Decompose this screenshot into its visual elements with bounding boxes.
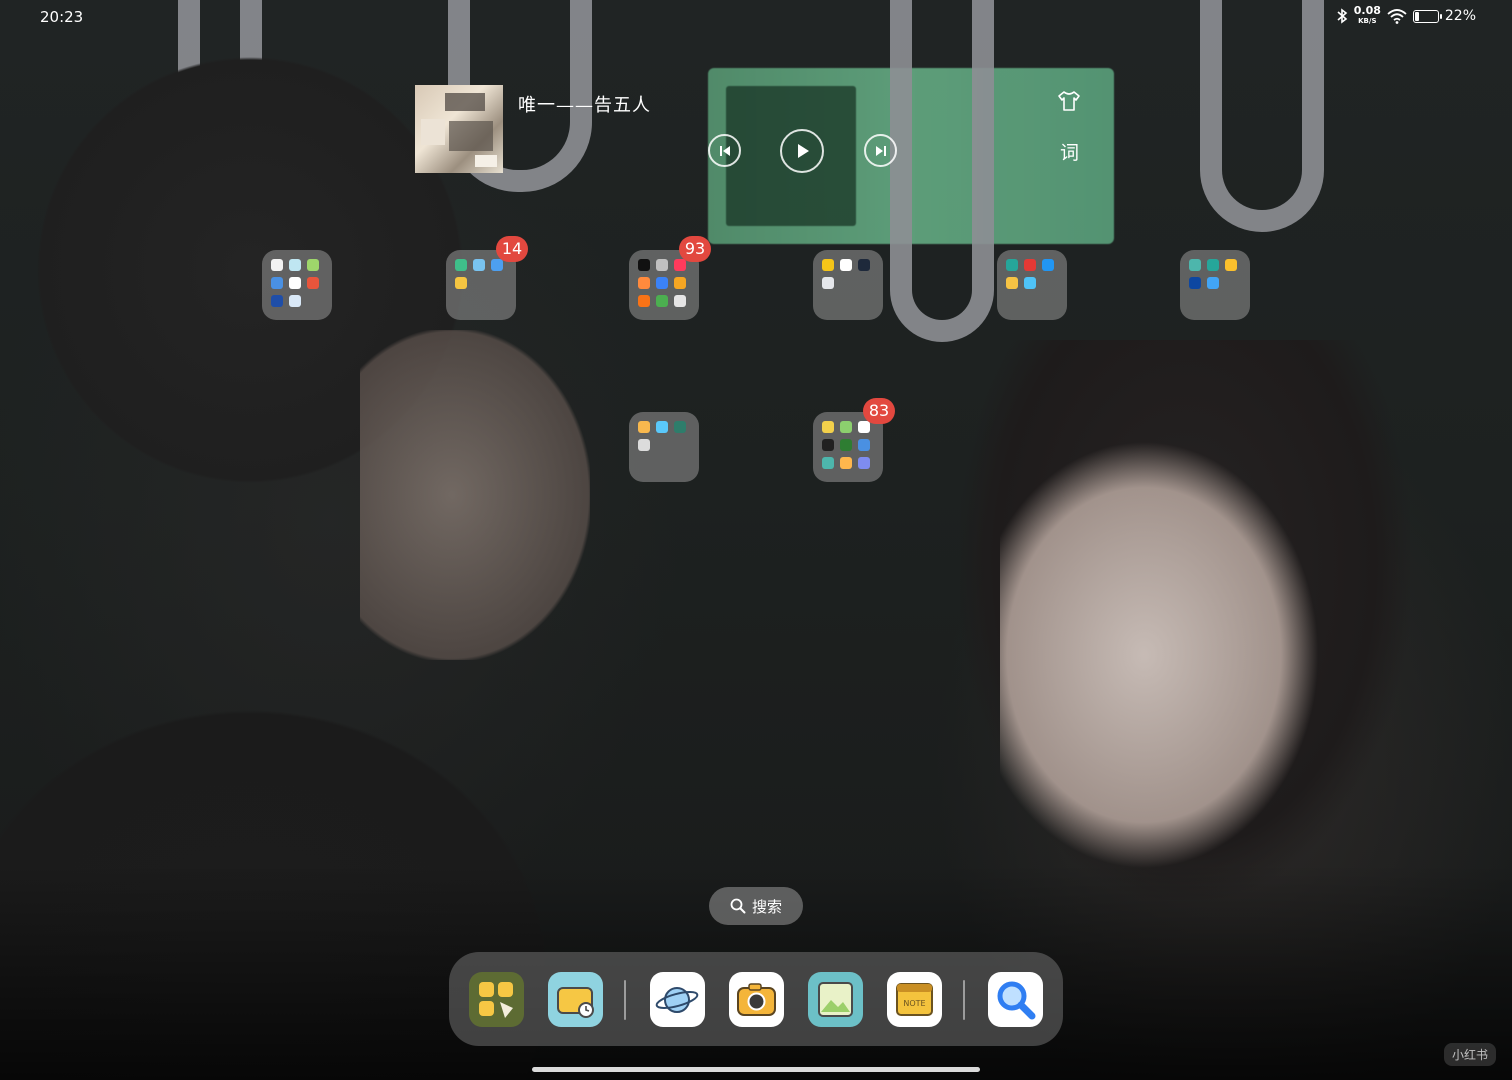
folder-app-icon <box>638 277 650 289</box>
dock-wallet[interactable] <box>548 972 603 1027</box>
app-folder[interactable] <box>1180 250 1250 320</box>
folder-app-icon <box>674 259 686 271</box>
folder-app-icon <box>1024 277 1036 289</box>
folder-app-icon <box>271 259 283 271</box>
folder-app-icon <box>822 457 834 469</box>
folder-app-icon <box>1207 277 1219 289</box>
folder-app-icon <box>1189 259 1201 271</box>
folder-app-icon <box>656 277 668 289</box>
folder-app-icon <box>840 439 852 451</box>
folder-app-icon <box>638 259 650 271</box>
search-label: 搜索 <box>751 897 782 916</box>
dock-notes[interactable]: NOTE <box>887 972 942 1027</box>
folder-app-icon <box>271 295 283 307</box>
folder-app-icon <box>638 439 650 451</box>
folder-app-icon <box>840 457 852 469</box>
folder-app-icon <box>307 277 319 289</box>
folder-app-icon <box>822 277 834 289</box>
folder-app-icon <box>473 259 485 271</box>
play-button[interactable] <box>780 129 824 173</box>
folder-app-icon <box>656 259 668 271</box>
album-cover[interactable] <box>415 85 503 173</box>
previous-track-icon <box>719 145 730 156</box>
app-folder[interactable] <box>629 412 699 482</box>
dock-search[interactable] <box>988 972 1043 1027</box>
folder-app-icon <box>1207 259 1219 271</box>
net-speed: 0.08 KB/S <box>1353 4 1381 25</box>
folder-app-icon <box>1024 259 1036 271</box>
dock-separator <box>963 980 965 1020</box>
folder-app-icon <box>455 277 467 289</box>
notification-badge: 14 <box>496 236 528 262</box>
app-grid-icon <box>479 982 513 1018</box>
folder-app-icon <box>289 259 301 271</box>
status-time: 20:23 <box>40 8 84 26</box>
folder-app-icon <box>858 457 870 469</box>
search-button[interactable]: 搜索 <box>709 887 803 925</box>
lyrics-button[interactable]: 词 <box>1060 138 1079 165</box>
folder-app-icon <box>491 259 503 271</box>
next-track-button[interactable] <box>864 134 897 167</box>
dock-browser[interactable] <box>650 972 705 1027</box>
app-folder[interactable]: 14 <box>446 236 528 320</box>
notification-badge: 83 <box>863 398 895 424</box>
folder-app-icon <box>840 259 852 271</box>
magnifier-icon <box>997 981 1036 1020</box>
folder-app-icon <box>858 439 870 451</box>
folder-app-icon <box>822 421 834 433</box>
wallet-icon <box>557 987 594 1018</box>
folder-app-icon <box>674 421 686 433</box>
home-indicator[interactable] <box>532 1067 980 1072</box>
watermark: 小红书 <box>1443 1043 1496 1066</box>
folder-app-icon <box>858 421 870 433</box>
notes-icon: NOTE <box>896 983 933 1016</box>
folder-app-icon <box>674 277 686 289</box>
folder-app-icon <box>455 259 467 271</box>
notes-label: NOTE <box>903 999 925 1008</box>
gallery-icon <box>818 982 853 1017</box>
folder-app-icon <box>289 277 301 289</box>
folder-app-icon <box>1189 277 1201 289</box>
previous-track-button[interactable] <box>708 134 741 167</box>
app-folder[interactable]: 83 <box>813 398 895 482</box>
app-folder[interactable] <box>262 250 332 320</box>
folder-app-icon <box>1225 259 1237 271</box>
dock-gallery[interactable] <box>808 972 863 1027</box>
folder-app-icon <box>289 295 301 307</box>
wifi-icon <box>1387 8 1407 24</box>
folder-app-icon <box>271 277 283 289</box>
app-folder[interactable] <box>997 250 1067 320</box>
battery-icon <box>1412 9 1442 23</box>
dock-separator <box>624 980 626 1020</box>
camera-icon <box>737 983 776 1016</box>
folder-app-icon <box>674 295 686 307</box>
battery-percent: 22% <box>1444 8 1476 24</box>
folder-app-icon <box>822 259 834 271</box>
folder-app-icon <box>858 259 870 271</box>
folder-app-icon <box>1042 259 1054 271</box>
search-icon <box>730 898 746 914</box>
play-icon <box>798 144 809 158</box>
folder-app-icon <box>656 421 668 433</box>
music-title: 唯一——告五人 <box>518 95 651 116</box>
folder-app-icon <box>822 439 834 451</box>
folder-app-icon <box>1006 259 1018 271</box>
folder-app-icon <box>656 295 668 307</box>
next-track-icon <box>875 145 886 156</box>
planet-icon <box>655 987 699 1013</box>
shirt-icon[interactable] <box>1056 90 1082 112</box>
app-folder[interactable]: 93 <box>629 236 711 320</box>
folder-app-icon <box>840 421 852 433</box>
dock-app-store[interactable] <box>469 972 524 1027</box>
notification-badge: 93 <box>679 236 711 262</box>
folder-app-icon <box>638 421 650 433</box>
status-bar-right: 0.08 KB/S 22% <box>1336 4 1476 26</box>
folder-app-icon <box>638 295 650 307</box>
app-folder[interactable] <box>813 250 883 320</box>
folder-app-icon <box>1006 277 1018 289</box>
dock-camera[interactable] <box>729 972 784 1027</box>
dock: NOTE <box>449 952 1063 1046</box>
folder-app-icon <box>307 259 319 271</box>
bluetooth-icon <box>1337 8 1348 24</box>
